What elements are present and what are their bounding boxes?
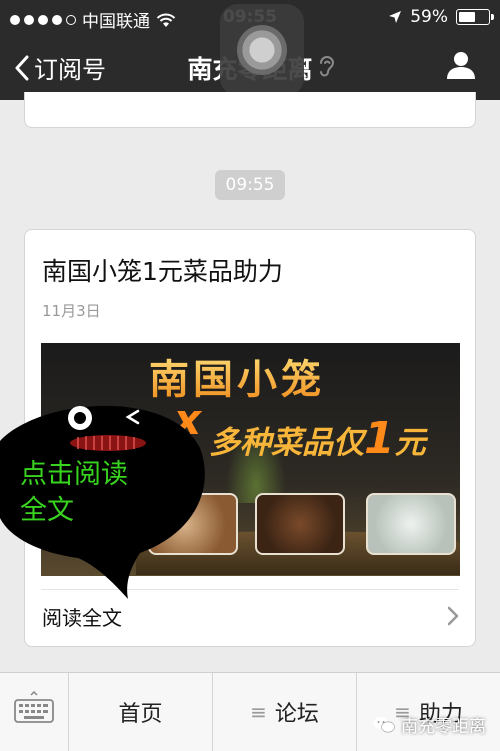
battery-percent: 59%: [410, 7, 448, 27]
message-timestamp: 09:55: [215, 170, 285, 200]
cover-subline-prefix: 多种菜品仅: [209, 425, 364, 461]
menu-item-label: 论坛: [274, 702, 319, 727]
dish-photo: [366, 493, 456, 555]
read-more-link[interactable]: 阅读全文: [42, 602, 122, 631]
menu-lines-icon: ≡: [250, 700, 267, 724]
cover-subline: 多种菜品仅1元: [209, 413, 426, 464]
menu-item-forum[interactable]: ≡ 论坛: [213, 673, 357, 751]
source-watermark: 南充零距离: [373, 712, 486, 737]
read-prompt-text: 点击阅读 全文: [20, 457, 128, 529]
article-title: 南国小笼1元菜品助力: [42, 257, 283, 286]
assistive-touch-button[interactable]: [220, 4, 304, 96]
status-right: 59%: [388, 7, 494, 27]
previous-article-card[interactable]: [24, 92, 476, 128]
ear-icon: [320, 56, 334, 77]
article-date: 11月3日: [42, 302, 101, 320]
keyboard-toggle-button[interactable]: [0, 673, 69, 751]
wechat-logo-icon: [373, 716, 395, 732]
dish-photo: [255, 493, 345, 555]
cover-subline-suffix: 元: [394, 425, 426, 461]
read-prompt-bubble[interactable]: 点击阅读 全文: [0, 393, 215, 603]
read-prompt-line1: 点击阅读: [20, 459, 128, 490]
battery-level: [459, 12, 475, 22]
keyboard-icon: [14, 691, 54, 723]
menu-item-label: 首页: [118, 702, 163, 727]
person-icon[interactable]: [446, 50, 476, 80]
chevron-right-icon[interactable]: [447, 606, 459, 626]
read-prompt-line2: 全文: [20, 495, 74, 526]
cover-subline-number: 1: [364, 413, 395, 464]
watermark-text: 南充零距离: [401, 717, 486, 737]
location-arrow-icon: [389, 11, 402, 23]
battery-icon: [456, 9, 494, 25]
menu-item-home[interactable]: 首页: [69, 673, 213, 751]
